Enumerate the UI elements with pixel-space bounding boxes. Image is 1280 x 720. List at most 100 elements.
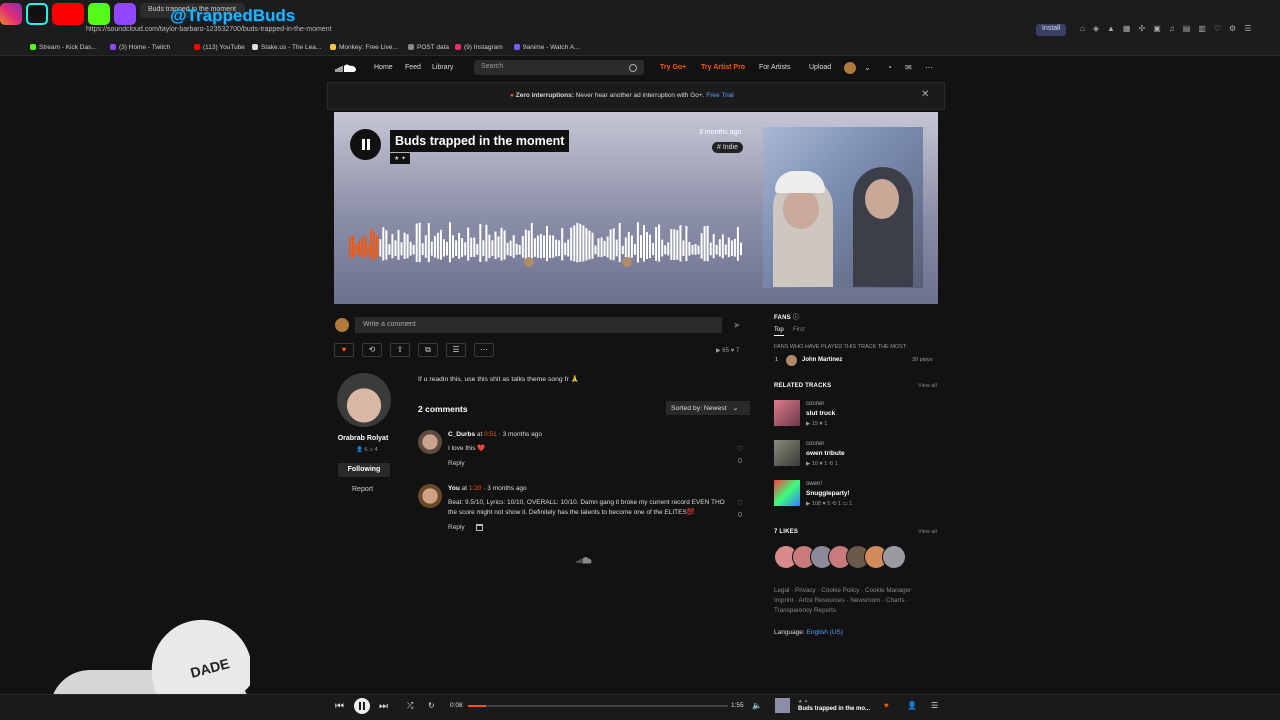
reply-button[interactable]: Reply [448,524,465,531]
related-user[interactable]: conner [806,441,824,447]
likes-view-all[interactable]: View all [918,529,937,535]
genre-tag[interactable]: # Indie [712,142,744,153]
add-to-playlist-button[interactable]: ☰ [446,343,466,357]
waveform-comment-avatar[interactable] [524,257,534,267]
music-icon[interactable]: ♫ [1169,24,1175,33]
follow-icon[interactable]: 👤 [907,701,917,710]
language-selector[interactable]: Language: English (US) [774,629,843,636]
related-user[interactable]: conner [806,401,824,407]
like-button[interactable]: ♥ [334,343,354,357]
info-icon[interactable]: ⓘ [793,315,799,321]
share-button[interactable]: ⇪ [390,343,410,357]
fan-name[interactable]: John Martinez [802,357,842,363]
bell-icon[interactable]: ◔ [887,63,892,72]
waveform-comment-avatar[interactable] [622,257,632,267]
liker-avatar[interactable] [882,545,906,569]
more-button[interactable]: ⋯ [474,343,494,357]
related-artwork[interactable] [774,440,800,466]
related-view-all[interactable]: View all [918,383,937,389]
sidebar-icon[interactable]: ▤ [1183,24,1191,33]
related-title[interactable]: owen tribute [806,450,845,457]
tab-first[interactable]: First [793,327,805,333]
trash-icon[interactable] [476,524,483,531]
bookmark-9anime[interactable]: 9anime - Watch A... [514,44,579,51]
report-link[interactable]: Report [352,486,373,493]
comment-timestamp[interactable]: 0:51 [484,431,497,438]
fan-avatar[interactable] [786,355,797,366]
menu-icon[interactable]: ☰ [1244,24,1251,33]
footer-links[interactable]: Legal · Privacy · Cookie Policy · Cookie… [774,586,934,616]
related-user[interactable]: owen! [806,481,822,487]
more-icon[interactable]: ⋯ [925,63,933,72]
player-artwork[interactable] [775,698,790,713]
artist-name[interactable]: Orabrab Rolyat [334,435,392,442]
chevron-down-icon[interactable]: ⌄ [864,63,871,72]
artist-avatar[interactable] [337,373,391,427]
nav-library[interactable]: Library [432,64,453,71]
close-icon[interactable]: ✕ [921,89,929,100]
related-title[interactable]: Snuggleparty! [806,490,850,497]
nav-feed[interactable]: Feed [405,64,421,71]
language-value[interactable]: English (US) [807,629,843,636]
player-pause-button[interactable] [354,698,370,714]
related-artwork[interactable] [774,480,800,506]
repeat-icon[interactable]: ↻ [428,701,435,710]
player-artist[interactable]: ★ ✦ [798,699,808,705]
install-button[interactable]: Install [1036,24,1067,36]
volume-icon[interactable]: 🔈 [752,701,762,710]
bookmark-twitch[interactable]: (3) Home - Twitch [110,44,170,51]
next-icon[interactable]: ⏭ [379,701,388,712]
sort-dropdown[interactable]: Sorted by: Newest ⌄ [666,401,750,415]
bookmark-stake[interactable]: Stake.us - The Lea... [252,44,321,51]
send-icon[interactable]: ➤ [733,320,741,331]
settings-icon[interactable]: ⚙ [1229,24,1236,33]
nav-home[interactable]: Home [374,64,393,71]
puzzle-icon[interactable]: ✣ [1138,24,1145,33]
free-trial-link[interactable]: Free Trial [706,92,733,99]
progress-bar[interactable] [468,705,728,707]
lock-icon[interactable]: ⌂ [1080,24,1085,33]
split-icon[interactable]: ▥ [1198,24,1206,33]
mail-icon[interactable]: ✉ [905,63,912,72]
bookmark-monkey[interactable]: Monkey: Free Live... [330,44,398,51]
heart-icon[interactable]: ♡ [1214,24,1221,33]
shuffle-icon[interactable]: ⤮ [407,701,413,711]
related-artwork[interactable] [774,400,800,426]
comment-timestamp[interactable]: 1:20 [469,485,482,492]
following-button[interactable]: Following [338,463,390,477]
alert-icon[interactable]: ▲ [1107,24,1115,33]
repost-button[interactable]: ⟲ [362,343,382,357]
comment-user[interactable]: You [448,485,460,492]
related-title[interactable]: slut truck [806,410,835,417]
bookmark-post[interactable]: POST data [408,44,449,51]
comment-avatar[interactable] [418,484,442,508]
heart-icon[interactable]: ♡ [735,445,745,453]
waveform[interactable] [349,222,743,270]
player-title[interactable]: Buds trapped in the mo... [798,706,870,712]
search-icon[interactable] [629,64,637,72]
wallet-icon[interactable]: ▣ [1153,24,1161,33]
bookmark-kick[interactable]: Stream - Kick Das... [30,44,97,51]
copy-link-button[interactable]: ⧉ [418,343,438,357]
track-artist-tag[interactable]: ★ ✦ [390,153,411,164]
upload-link[interactable]: Upload [809,64,831,71]
comment-user[interactable]: C_Durbs [448,431,475,438]
for-artists-link[interactable]: For Artists [759,64,791,71]
soundcloud-logo[interactable] [334,63,358,73]
user-avatar[interactable] [844,62,856,74]
bookmark-youtube[interactable]: (113) YouTube [194,44,245,51]
bookmark-instagram[interactable]: (9) Instagram [455,44,503,51]
previous-icon[interactable]: ⏮ [335,701,344,712]
heart-icon[interactable]: ♡ [735,499,745,507]
url-text[interactable]: https://soundcloud.com/taylor-barbaro-12… [86,26,332,33]
try-artist-pro-link[interactable]: Try Artist Pro [701,64,745,71]
search-input[interactable]: Search [474,60,644,75]
heart-icon[interactable]: ♥ [884,701,889,710]
hero-pause-button[interactable] [350,129,381,160]
extension-icon[interactable]: ▦ [1123,24,1131,33]
comment-input[interactable]: Write a comment [355,317,722,333]
shield-icon[interactable]: ◈ [1093,24,1099,33]
tab-top[interactable]: Top [774,327,784,336]
comment-avatar[interactable] [418,430,442,454]
try-go-link[interactable]: Try Go+ [660,64,686,71]
